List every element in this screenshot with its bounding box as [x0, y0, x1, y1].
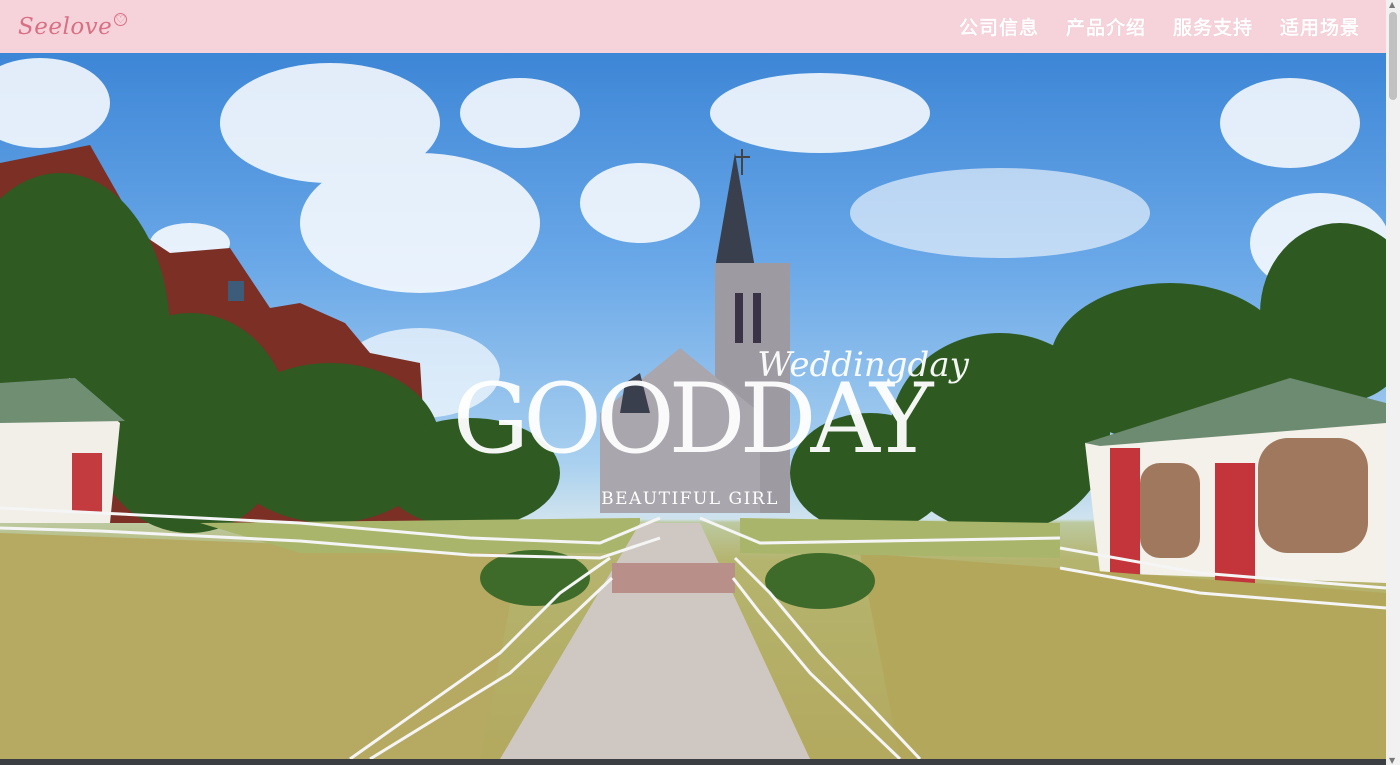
- scroll-up-arrow-icon[interactable]: ▲: [1389, 0, 1395, 9]
- top-navigation-bar: Seelove ♡ 公司信息 产品介绍 服务支持 适用场景: [0, 0, 1386, 53]
- hero-subtitle: BEAUTIFUL GIRL: [601, 489, 779, 509]
- main-nav: 公司信息 产品介绍 服务支持 适用场景: [959, 13, 1360, 40]
- nav-products[interactable]: 产品介绍: [1066, 13, 1146, 40]
- nav-company-info[interactable]: 公司信息: [959, 13, 1039, 40]
- bottom-strip: [0, 759, 1386, 765]
- hero-banner: Weddingday GOODDAY BEAUTIFUL GIRL: [0, 53, 1386, 759]
- nav-service-support[interactable]: 服务支持: [1173, 13, 1253, 40]
- vertical-scrollbar[interactable]: ▲ ▼: [1386, 0, 1400, 765]
- nav-use-cases[interactable]: 适用场景: [1280, 13, 1360, 40]
- scroll-down-arrow-icon[interactable]: ▼: [1389, 756, 1395, 765]
- scrollbar-thumb[interactable]: [1389, 12, 1397, 100]
- hero-main-title: GOODDAY: [452, 363, 934, 475]
- logo-text: Seelove: [18, 13, 113, 40]
- heart-icon: ♡: [114, 13, 128, 26]
- seelove-logo[interactable]: Seelove ♡: [18, 13, 128, 40]
